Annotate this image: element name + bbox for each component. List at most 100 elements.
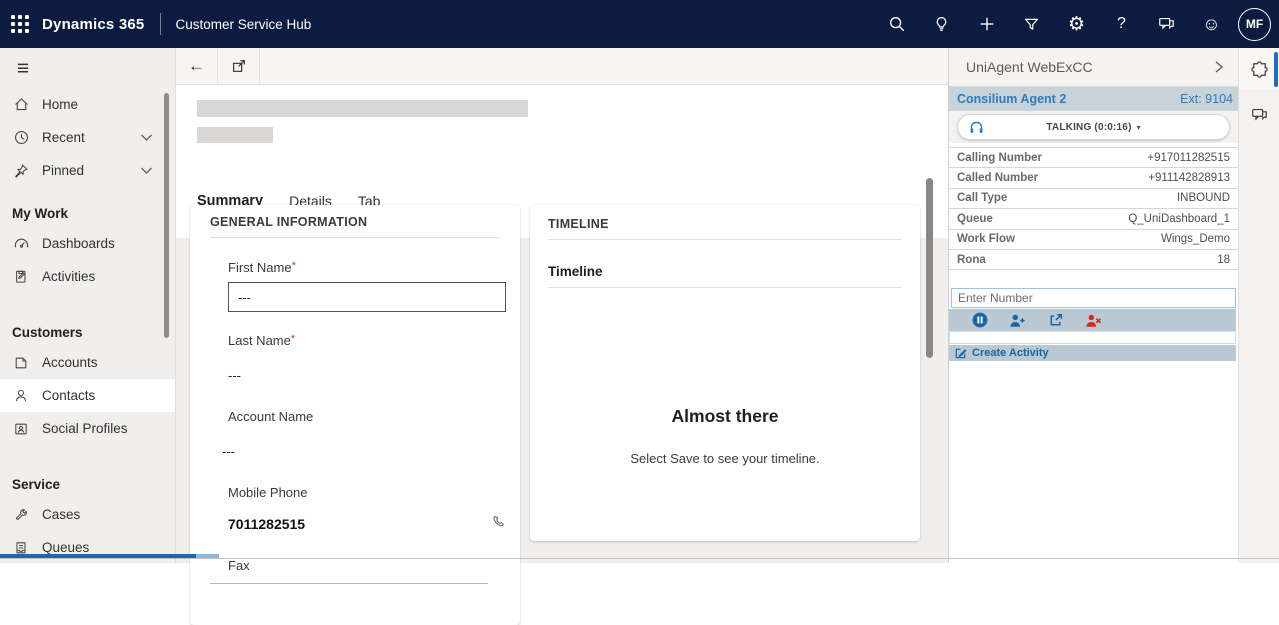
home-icon bbox=[12, 96, 30, 114]
table-row: Work FlowWings_Demo bbox=[949, 230, 1238, 250]
top-navbar: Dynamics 365 Customer Service Hub ⚙ ? ☺ … bbox=[0, 0, 1279, 48]
puzzle-icon bbox=[1250, 60, 1269, 79]
uniagent-call-panel: UniAgent WebExCC Consilium Agent 2 Ext: … bbox=[948, 48, 1238, 563]
panel-title: UniAgent WebExCC bbox=[966, 59, 1093, 75]
dial-number-input[interactable] bbox=[951, 288, 1236, 308]
field-label-last-name: Last Name* bbox=[228, 333, 500, 348]
app-launcher-waffle-icon[interactable] bbox=[8, 12, 32, 36]
first-name-input[interactable]: --- bbox=[228, 282, 506, 312]
app-title[interactable]: Customer Service Hub bbox=[175, 17, 311, 32]
record-title-skeleton bbox=[197, 100, 528, 117]
sidebar-item-activities[interactable]: Activities bbox=[0, 260, 175, 293]
last-name-value[interactable]: --- bbox=[228, 368, 500, 383]
contacts-person-icon bbox=[12, 387, 30, 405]
hamburger-menu-icon[interactable]: ≡ bbox=[10, 56, 36, 82]
conversations-tab[interactable] bbox=[1239, 100, 1279, 130]
field-underline bbox=[210, 583, 488, 584]
agent-name: Consilium Agent 2 bbox=[957, 92, 1066, 106]
end-participant-icon[interactable] bbox=[1085, 312, 1102, 329]
blank-strip bbox=[949, 331, 1236, 344]
sidebar-item-queues[interactable]: Queues bbox=[0, 531, 175, 564]
user-avatar[interactable]: MF bbox=[1238, 8, 1271, 41]
sidebar-item-label: Recent bbox=[42, 130, 85, 145]
sidebar-item-label: Contacts bbox=[42, 388, 95, 403]
open-external-icon[interactable] bbox=[1047, 312, 1064, 329]
divider bbox=[548, 239, 902, 240]
sidebar-section-service: Service bbox=[0, 445, 175, 498]
accounts-folder-icon bbox=[12, 354, 30, 372]
dashboards-gauge-icon bbox=[12, 235, 30, 253]
sidebar-item-home[interactable]: Home bbox=[0, 88, 175, 121]
sidebar-item-recent[interactable]: Recent bbox=[0, 121, 175, 154]
sidebar-section-customers: Customers bbox=[0, 293, 175, 346]
settings-gear-icon[interactable]: ⚙ bbox=[1054, 0, 1099, 48]
lightbulb-icon[interactable] bbox=[919, 0, 964, 48]
social-profiles-badge-icon bbox=[12, 420, 30, 438]
back-icon: ← bbox=[188, 56, 205, 76]
search-icon[interactable] bbox=[874, 0, 919, 48]
sidebar-item-pinned[interactable]: Pinned bbox=[0, 154, 175, 187]
back-button[interactable]: ← bbox=[176, 48, 218, 84]
right-app-rail bbox=[1238, 48, 1279, 563]
divider bbox=[548, 287, 902, 288]
chevron-down-icon[interactable] bbox=[140, 166, 153, 175]
navbar-actions: ⚙ ? ☺ MF bbox=[874, 0, 1279, 48]
mobile-phone-value[interactable]: 7011282515 bbox=[228, 516, 305, 532]
open-new-window-button[interactable] bbox=[218, 48, 260, 84]
uniagent-app-tab[interactable] bbox=[1239, 48, 1279, 90]
required-asterisk: * bbox=[292, 260, 296, 272]
filter-icon[interactable] bbox=[1009, 0, 1054, 48]
general-information-card: GENERAL INFORMATION First Name* --- Last… bbox=[190, 205, 520, 625]
sidebar-item-social-profiles[interactable]: Social Profiles bbox=[0, 412, 175, 445]
required-asterisk: * bbox=[291, 333, 295, 345]
edit-icon bbox=[954, 347, 967, 360]
field-label-mobile-phone: Mobile Phone bbox=[228, 485, 500, 500]
add-person-icon[interactable] bbox=[1009, 312, 1026, 329]
call-action-bar bbox=[949, 309, 1236, 331]
timeline-card: TIMELINE Timeline Almost there Select Sa… bbox=[530, 205, 920, 541]
feedback-chat-icon[interactable] bbox=[1144, 0, 1189, 48]
caret-down-icon: ▾ bbox=[1137, 123, 1141, 132]
timeline-empty-state: Almost there Select Save to see your tim… bbox=[548, 406, 902, 466]
chevron-right-icon[interactable] bbox=[1214, 60, 1224, 74]
sidebar-item-label: Social Profiles bbox=[42, 421, 128, 436]
sidebar-item-label: Cases bbox=[42, 507, 80, 522]
help-icon[interactable]: ? bbox=[1099, 0, 1144, 48]
field-label-fax: Fax bbox=[228, 558, 500, 573]
sidebar-item-accounts[interactable]: Accounts bbox=[0, 346, 175, 379]
add-icon[interactable] bbox=[964, 0, 1009, 48]
phone-call-icon[interactable] bbox=[491, 514, 506, 534]
timeline-subheader: Timeline bbox=[548, 264, 902, 279]
table-row: Called Number+911142828913 bbox=[949, 168, 1238, 188]
table-row: Call TypeINBOUND bbox=[949, 189, 1238, 209]
window-bottom-border bbox=[0, 558, 1279, 559]
headset-icon bbox=[968, 119, 985, 141]
navbar-divider bbox=[160, 13, 161, 35]
create-activity-label: Create Activity bbox=[972, 347, 1049, 359]
create-activity-button[interactable]: Create Activity bbox=[949, 345, 1236, 361]
clock-icon bbox=[12, 129, 30, 147]
table-row: Calling Number+917011282515 bbox=[949, 148, 1238, 168]
sidebar-scrollbar[interactable] bbox=[164, 93, 169, 338]
card-title: TIMELINE bbox=[548, 217, 902, 231]
sidebar-section-my-work: My Work bbox=[0, 187, 175, 227]
call-details-table: Calling Number+917011282515 Called Numbe… bbox=[949, 147, 1238, 270]
sidebar-item-contacts[interactable]: Contacts bbox=[0, 379, 175, 412]
pin-icon bbox=[12, 162, 30, 180]
sidebar-item-label: Queues bbox=[42, 540, 89, 555]
table-row: Rona18 bbox=[949, 250, 1238, 270]
field-label-account-name: Account Name bbox=[228, 409, 500, 424]
active-tab-indicator bbox=[1274, 52, 1278, 87]
timeline-empty-title: Almost there bbox=[548, 406, 902, 427]
main-scrollbar[interactable] bbox=[926, 178, 933, 358]
emoji-smiley-icon[interactable]: ☺ bbox=[1189, 0, 1234, 48]
account-name-value[interactable]: --- bbox=[222, 444, 500, 459]
sidebar-item-cases[interactable]: Cases bbox=[0, 498, 175, 531]
sidebar-item-dashboards[interactable]: Dashboards bbox=[0, 227, 175, 260]
cases-wrench-icon bbox=[12, 506, 30, 524]
call-status-dropdown[interactable]: TALKING (0:0:16) ▾ bbox=[957, 114, 1230, 140]
chevron-down-icon[interactable] bbox=[140, 133, 153, 142]
sidebar-item-label: Home bbox=[42, 97, 78, 112]
hold-pause-icon[interactable] bbox=[971, 312, 988, 329]
agent-info-bar: Consilium Agent 2 Ext: 9104 bbox=[949, 87, 1238, 111]
